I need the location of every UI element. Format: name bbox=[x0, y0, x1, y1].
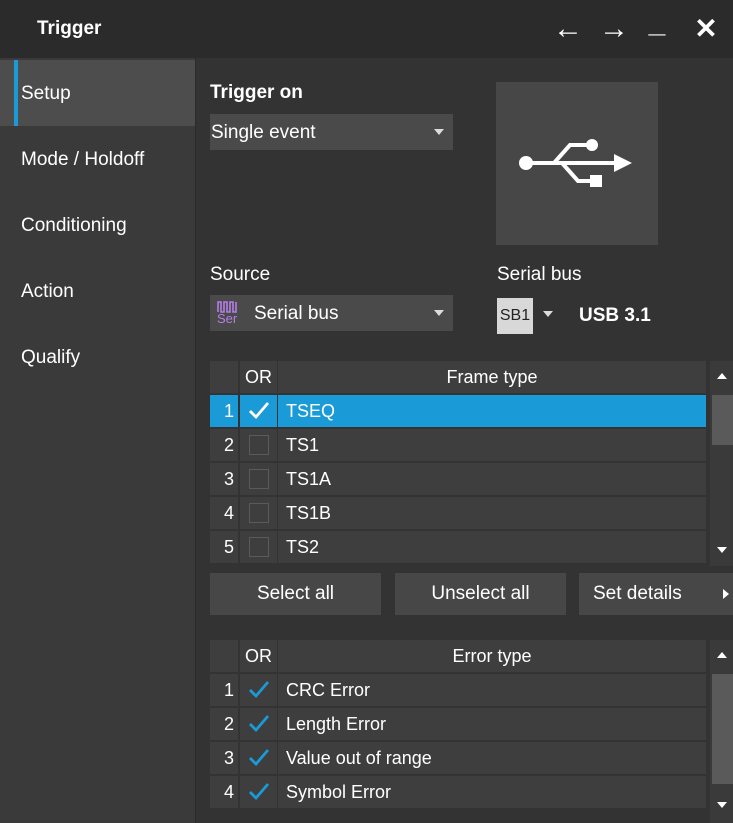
serial-bus-selector[interactable]: SB1 bbox=[497, 298, 533, 334]
scrollbar-thumb[interactable] bbox=[712, 674, 733, 784]
frame-type-cell: TS1 bbox=[286, 435, 320, 455]
table-row[interactable]: 4 Symbol Error bbox=[210, 776, 706, 809]
sidebar-item-conditioning[interactable]: Conditioning bbox=[0, 192, 195, 258]
sidebar-item-label: Action bbox=[21, 281, 74, 302]
sidebar-item-label: Mode / Holdoff bbox=[21, 149, 145, 170]
frame-type-column-header: Frame type bbox=[278, 361, 706, 393]
table-row[interactable]: 1 CRC Error bbox=[210, 674, 706, 707]
or-checkbox[interactable] bbox=[240, 395, 277, 427]
scroll-down-icon[interactable] bbox=[717, 802, 727, 808]
source-icon-text: Ser bbox=[217, 311, 238, 326]
window-title: Trigger bbox=[37, 18, 102, 39]
or-checkbox[interactable] bbox=[240, 497, 277, 529]
protocol-image bbox=[496, 82, 658, 245]
table-row[interactable]: 3 Value out of range bbox=[210, 742, 706, 775]
error-table-scrollbar[interactable] bbox=[710, 640, 733, 823]
row-number: 5 bbox=[223, 537, 234, 557]
row-number: 1 bbox=[223, 680, 234, 700]
sidebar: Setup Mode / Holdoff Conditioning Action… bbox=[0, 58, 195, 823]
serial-bus-protocol: USB 3.1 bbox=[579, 305, 651, 326]
source-dropdown[interactable]: Ser Serial bus bbox=[210, 295, 453, 331]
sidebar-item-label: Conditioning bbox=[21, 215, 127, 236]
chevron-down-icon bbox=[434, 129, 444, 135]
error-type-cell: Value out of range bbox=[286, 748, 432, 768]
row-number: 2 bbox=[223, 714, 234, 734]
error-type-cell: Symbol Error bbox=[286, 782, 392, 802]
chevron-down-icon[interactable] bbox=[543, 311, 553, 317]
chevron-right-icon bbox=[723, 589, 729, 599]
frame-type-cell: TSEQ bbox=[286, 401, 336, 421]
scrollbar-thumb[interactable] bbox=[712, 395, 733, 445]
or-column-header: OR bbox=[240, 361, 277, 393]
trigger-on-label: Trigger on bbox=[210, 82, 303, 103]
frame-type-cell: TS1A bbox=[286, 469, 332, 489]
or-checkbox[interactable] bbox=[240, 708, 277, 740]
chevron-down-icon bbox=[434, 310, 444, 316]
back-arrow-icon[interactable]: ← bbox=[552, 12, 584, 46]
table-header: OR Frame type bbox=[210, 361, 706, 393]
row-number: 3 bbox=[223, 748, 234, 768]
select-all-button[interactable]: Select all bbox=[210, 573, 381, 615]
sidebar-item-label: Setup bbox=[21, 83, 71, 104]
sidebar-item-setup[interactable]: Setup bbox=[0, 60, 195, 126]
error-type-cell: CRC Error bbox=[286, 680, 370, 700]
source-value: Serial bus bbox=[254, 303, 339, 324]
frame-type-cell: TS1B bbox=[286, 503, 332, 523]
minimize-icon[interactable]: _ bbox=[641, 6, 673, 40]
or-checkbox[interactable] bbox=[240, 776, 277, 808]
or-checkbox[interactable] bbox=[240, 463, 277, 495]
row-number: 4 bbox=[223, 782, 234, 802]
set-details-label: Set details bbox=[593, 583, 682, 604]
checkmark-icon bbox=[249, 681, 270, 699]
setup-panel: Trigger on Single event Source Ser Seria… bbox=[196, 58, 733, 823]
checkmark-icon bbox=[249, 783, 270, 801]
sidebar-item-qualify[interactable]: Qualify bbox=[0, 324, 195, 390]
serial-bus-label: Serial bus bbox=[497, 264, 582, 285]
checkmark-icon bbox=[249, 715, 270, 733]
trigger-on-value: Single event bbox=[211, 122, 316, 143]
serial-bus-icon: Ser bbox=[217, 298, 245, 328]
scroll-up-icon[interactable] bbox=[717, 652, 727, 658]
row-number: 2 bbox=[223, 435, 234, 455]
scroll-down-icon[interactable] bbox=[717, 547, 727, 553]
or-checkbox[interactable] bbox=[240, 742, 277, 774]
or-checkbox[interactable] bbox=[240, 531, 277, 563]
table-row[interactable]: 5 TS2 bbox=[210, 531, 706, 564]
frame-table-scrollbar[interactable] bbox=[710, 361, 733, 566]
table-row[interactable]: 4 TS1B bbox=[210, 497, 706, 530]
table-header: OR Error type bbox=[210, 640, 706, 672]
title-bar: Trigger ← → _ ✕ bbox=[0, 0, 733, 58]
error-type-table: OR Error type 1 CRC Error 2 Length Error… bbox=[210, 640, 706, 823]
source-label: Source bbox=[210, 264, 271, 285]
close-icon[interactable]: ✕ bbox=[690, 12, 722, 46]
error-type-cell: Length Error bbox=[286, 714, 387, 734]
table-row[interactable]: 3 TS1A bbox=[210, 463, 706, 496]
checkmark-icon bbox=[249, 749, 270, 767]
checkmark-icon bbox=[249, 402, 270, 420]
trigger-on-dropdown[interactable]: Single event bbox=[210, 114, 453, 150]
table-row[interactable]: 1 TSEQ bbox=[210, 395, 706, 428]
or-checkbox[interactable] bbox=[240, 674, 277, 706]
usb-icon bbox=[519, 139, 632, 187]
or-column-header: OR bbox=[240, 640, 277, 672]
sidebar-item-label: Qualify bbox=[21, 347, 81, 368]
row-number: 1 bbox=[223, 401, 234, 421]
frame-type-table: OR Frame type 1 TSEQ 2 TS1 3 TS1A 4 TS1B… bbox=[210, 361, 706, 566]
table-row[interactable]: 2 Length Error bbox=[210, 708, 706, 741]
set-details-button[interactable]: Set details bbox=[579, 573, 733, 615]
error-type-column-header: Error type bbox=[278, 640, 706, 672]
scroll-up-icon[interactable] bbox=[717, 373, 727, 379]
forward-arrow-icon[interactable]: → bbox=[598, 12, 630, 46]
frame-type-cell: TS2 bbox=[286, 537, 320, 557]
sidebar-item-mode-holdoff[interactable]: Mode / Holdoff bbox=[0, 126, 195, 192]
row-number: 3 bbox=[223, 469, 234, 489]
sidebar-item-action[interactable]: Action bbox=[0, 258, 195, 324]
unselect-all-button[interactable]: Unselect all bbox=[395, 573, 566, 615]
row-number: 4 bbox=[223, 503, 234, 523]
or-checkbox[interactable] bbox=[240, 429, 277, 461]
table-row[interactable]: 2 TS1 bbox=[210, 429, 706, 462]
